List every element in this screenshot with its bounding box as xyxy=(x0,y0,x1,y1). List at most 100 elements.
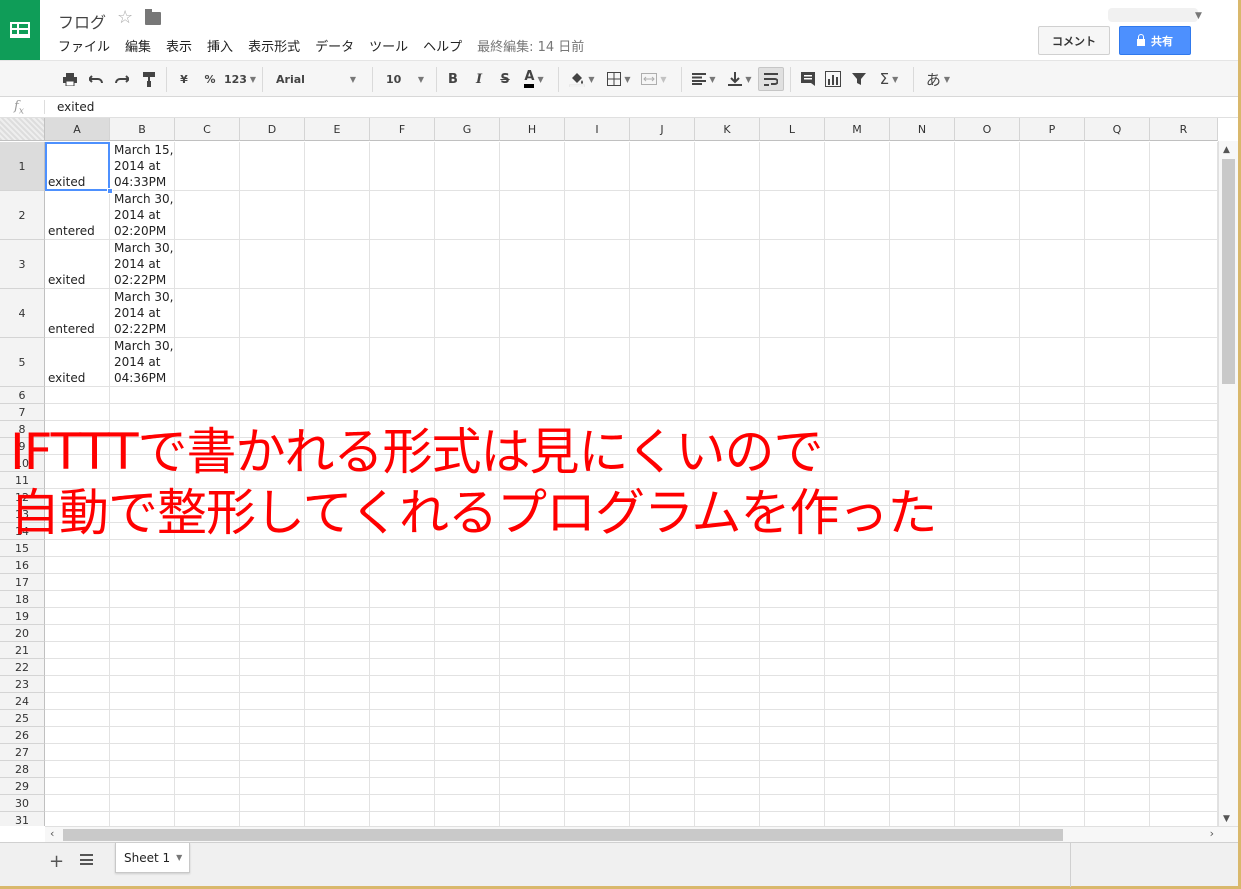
cell[interactable] xyxy=(240,591,305,608)
cell[interactable] xyxy=(1085,472,1150,489)
cell[interactable] xyxy=(240,642,305,659)
cell[interactable] xyxy=(240,693,305,710)
cell[interactable] xyxy=(760,557,825,574)
cell[interactable] xyxy=(370,608,435,625)
column-header-j[interactable]: J xyxy=(630,118,695,141)
cell[interactable] xyxy=(1150,608,1218,625)
cell[interactable] xyxy=(825,778,890,795)
column-header-n[interactable]: N xyxy=(890,118,955,141)
cell[interactable] xyxy=(110,591,175,608)
cell[interactable] xyxy=(955,761,1020,778)
cell[interactable] xyxy=(955,727,1020,744)
cell[interactable] xyxy=(110,625,175,642)
cell[interactable] xyxy=(435,693,500,710)
cell[interactable] xyxy=(1020,540,1085,557)
font-family-select[interactable]: Arial ▼ xyxy=(270,69,362,89)
cell[interactable] xyxy=(370,240,435,289)
cell[interactable] xyxy=(1020,557,1085,574)
cell[interactable] xyxy=(1085,778,1150,795)
cell[interactable] xyxy=(435,744,500,761)
cell[interactable] xyxy=(500,240,565,289)
cell[interactable] xyxy=(890,625,955,642)
cell[interactable] xyxy=(565,710,630,727)
cell[interactable] xyxy=(565,761,630,778)
cell[interactable] xyxy=(1085,387,1150,404)
cell[interactable] xyxy=(175,744,240,761)
cell[interactable] xyxy=(1020,142,1085,191)
cell[interactable] xyxy=(890,338,955,387)
cell[interactable] xyxy=(565,659,630,676)
document-title[interactable]: フログ xyxy=(58,9,106,33)
fill-color-button[interactable]: ▼ xyxy=(566,69,598,89)
cell-a[interactable]: exited xyxy=(45,240,110,289)
cell[interactable] xyxy=(565,693,630,710)
number-format-button[interactable]: 123 ▼ xyxy=(224,69,256,89)
cell[interactable] xyxy=(890,693,955,710)
cell[interactable] xyxy=(890,591,955,608)
cell[interactable] xyxy=(45,625,110,642)
cell[interactable] xyxy=(1020,472,1085,489)
cell[interactable] xyxy=(630,693,695,710)
cell[interactable] xyxy=(1150,693,1218,710)
cell[interactable] xyxy=(760,387,825,404)
sheets-logo-icon[interactable] xyxy=(0,0,40,60)
cell[interactable] xyxy=(1020,506,1085,523)
row-header[interactable]: 17 xyxy=(0,574,45,591)
cell[interactable] xyxy=(370,574,435,591)
cell[interactable] xyxy=(630,676,695,693)
cell[interactable] xyxy=(500,574,565,591)
vertical-align-button[interactable]: ▼ xyxy=(724,69,756,89)
cell[interactable] xyxy=(1150,438,1218,455)
cell[interactable] xyxy=(435,727,500,744)
cell[interactable] xyxy=(1085,625,1150,642)
cell[interactable] xyxy=(825,676,890,693)
cell[interactable] xyxy=(175,693,240,710)
cell[interactable] xyxy=(695,778,760,795)
cell[interactable] xyxy=(435,812,500,826)
cell[interactable] xyxy=(955,289,1020,338)
cell[interactable] xyxy=(1020,642,1085,659)
cell[interactable] xyxy=(630,659,695,676)
cell[interactable] xyxy=(1020,191,1085,240)
cell[interactable] xyxy=(500,608,565,625)
cell[interactable] xyxy=(565,591,630,608)
cell[interactable] xyxy=(175,676,240,693)
cell[interactable] xyxy=(240,659,305,676)
cell[interactable] xyxy=(175,778,240,795)
cell[interactable] xyxy=(45,574,110,591)
column-header-r[interactable]: R xyxy=(1150,118,1218,141)
row-header[interactable]: 31 xyxy=(0,812,45,826)
scroll-down-icon[interactable]: ▼ xyxy=(1223,814,1230,824)
cell[interactable] xyxy=(175,608,240,625)
cell[interactable] xyxy=(1020,387,1085,404)
horizontal-scrollbar[interactable]: ‹ › xyxy=(45,826,1238,842)
cell[interactable] xyxy=(370,404,435,421)
cell[interactable] xyxy=(695,240,760,289)
cell[interactable] xyxy=(1085,557,1150,574)
cell[interactable] xyxy=(955,387,1020,404)
horizontal-align-button[interactable]: ▼ xyxy=(688,69,720,89)
cell[interactable] xyxy=(175,289,240,338)
cell[interactable] xyxy=(565,795,630,812)
cell[interactable] xyxy=(45,387,110,404)
cell[interactable] xyxy=(760,693,825,710)
cell[interactable] xyxy=(565,727,630,744)
cell[interactable] xyxy=(240,625,305,642)
cell[interactable] xyxy=(1085,710,1150,727)
cell[interactable] xyxy=(435,761,500,778)
cell[interactable] xyxy=(955,438,1020,455)
cell[interactable] xyxy=(240,710,305,727)
row-header[interactable]: 24 xyxy=(0,693,45,710)
cell[interactable] xyxy=(630,812,695,826)
cell[interactable] xyxy=(435,625,500,642)
cell[interactable] xyxy=(1150,472,1218,489)
row-header[interactable]: 22 xyxy=(0,659,45,676)
cell-b[interactable]: March 30, 2014 at 02:22PM xyxy=(110,240,175,289)
cell[interactable] xyxy=(825,289,890,338)
borders-button[interactable]: ▼ xyxy=(604,69,634,89)
cell[interactable] xyxy=(1020,727,1085,744)
cell[interactable] xyxy=(695,625,760,642)
cell[interactable] xyxy=(1150,710,1218,727)
cell[interactable] xyxy=(305,557,370,574)
cell[interactable] xyxy=(370,727,435,744)
